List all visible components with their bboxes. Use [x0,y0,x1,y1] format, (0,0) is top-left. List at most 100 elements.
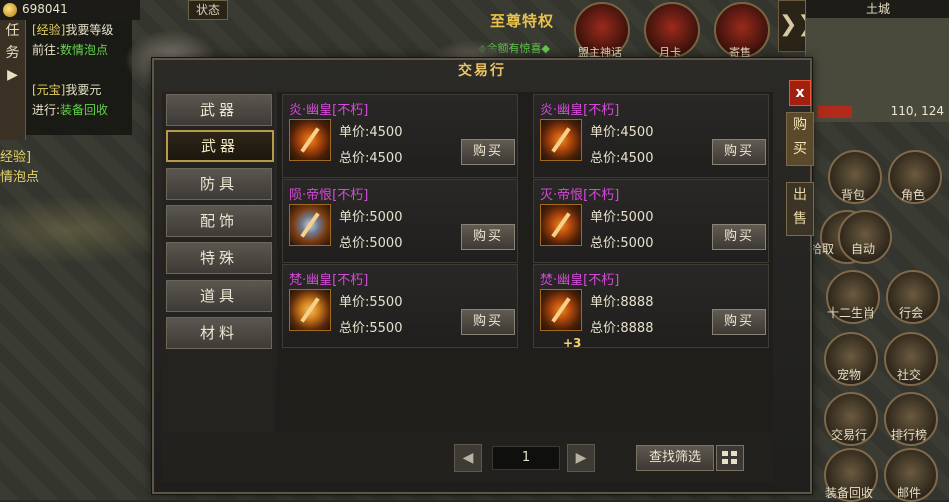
total-price-label: 总价: [590,321,621,336]
item-card: 灭·帝恨[不朽] 单价:5000 总价:5000 购买 [533,179,769,263]
page-number: 1 [492,446,560,470]
quest-tab-char: 务 [5,45,20,61]
side-icon-label: 背包 [840,188,865,202]
fire-sword-icon[interactable] [289,119,331,161]
buy-button[interactable]: 购买 [712,139,766,165]
unit-price-label: 单价: [339,295,370,310]
filter-button[interactable]: 查找筛选 [636,445,714,471]
unit-price: 5500 [369,295,403,310]
item-card: 炎·幽皇[不朽] 单价:4500 总价:4500 购买 [282,94,518,178]
expand-menu-icon[interactable]: ❯❯ [778,0,816,52]
quest-text: 我要元 [65,83,102,97]
category-weapon[interactable]: 武器 [166,130,274,162]
side-icon-label: 宠物 [836,368,861,382]
category-item[interactable]: 道具 [166,280,272,312]
buy-button[interactable]: 购买 [461,139,515,165]
tab-char: 售 [793,211,807,227]
total-price-label: 总价: [339,151,370,166]
unit-price: 8888 [620,295,654,310]
trident-icon[interactable] [540,204,582,246]
item-card: 炎·幽皇[不朽] 单价:4500 总价:4500 购买 [533,94,769,178]
unit-price: 5000 [369,210,403,225]
side-icon-label: 行会 [898,306,923,320]
buy-button[interactable]: 购买 [712,224,766,250]
unit-price-label: 单价: [590,210,621,225]
item-name[interactable]: 炎·幽皇[不朽] [289,99,368,118]
tab-buy[interactable]: 购 买 [786,112,814,166]
item-name[interactable]: 陨·帝恨[不朽] [289,184,368,203]
event-title[interactable]: 至尊特权 [490,10,554,31]
battle-axe-icon[interactable] [289,204,331,246]
item-name[interactable]: 灭·帝恨[不朽] [540,184,619,203]
total-price: 5500 [369,321,403,336]
side-icon-label: 自动 [850,242,875,256]
item-card: 焚·幽皇[不朽] +3 单价:8888 总价:8888 购买 [533,264,769,350]
item-name[interactable]: 炎·幽皇[不朽] [540,99,619,118]
quest-link[interactable]: 数情泡点 [60,43,108,57]
category-special[interactable]: 特殊 [166,242,272,274]
side-icon-label: 排行榜 [890,428,927,442]
unit-price: 4500 [369,125,403,140]
minimap-coords: 110, 124 [890,104,944,118]
gold-coin-icon [3,3,17,17]
tab-char: 购 [793,117,807,133]
category-accessory[interactable]: 配饰 [166,205,272,237]
fan-blade-icon[interactable] [289,289,331,331]
quest-line[interactable]: [经验]我要等级 [26,20,132,40]
buy-button[interactable]: 购买 [461,224,515,250]
quest-line[interactable]: 进行:装备回收 [26,100,132,120]
total-price: 5000 [620,236,654,251]
quest-prefix: 进行: [32,103,61,117]
total-price-label: 总价: [339,321,370,336]
quest-text: 我要等级 [65,23,114,37]
item-name[interactable]: 焚·幽皇[不朽] [540,269,619,288]
quest-tab[interactable]: 任 务 ▶ [0,20,26,140]
unit-price-label: 单价: [590,295,621,310]
quest-tag: [元宝] [32,83,66,97]
enhance-level: +3 [563,336,582,350]
total-price: 5000 [369,236,403,251]
side-icon-label: 交易行 [830,428,867,442]
category-weapon-header[interactable]: 武器 [166,94,272,126]
close-button[interactable]: x [789,80,811,106]
status-button[interactable]: 状态 [188,0,228,20]
item-card: 梵·幽皇[不朽] 单价:5500 总价:5500 购买 [282,264,518,348]
quest-tracker: [经验]我要等级 前往:数情泡点 [元宝]我要元 进行:装备回收 [26,20,132,135]
unit-price-label: 单价: [339,125,370,140]
minimap[interactable]: 土城 110, 124 [805,0,949,122]
category-material[interactable]: 材料 [166,317,272,349]
quest-line[interactable]: 前往:数情泡点 [26,40,132,60]
quest-collapse-icon[interactable]: ▶ [0,64,25,86]
fire-sword-icon[interactable] [540,119,582,161]
total-price-label: 总价: [590,151,621,166]
total-price-label: 总价: [590,236,621,251]
buy-button[interactable]: 购买 [461,309,515,335]
trade-window-title: 交易行 [458,63,506,79]
quest-line[interactable]: [元宝]我要元 [26,80,132,100]
category-armor[interactable]: 防具 [166,168,272,200]
tab-sell[interactable]: 出 售 [786,182,814,236]
world-label: 情泡点 [0,170,40,185]
unit-price-label: 单价: [590,125,621,140]
buy-button[interactable]: 购买 [712,309,766,335]
view-toggle-icon[interactable] [716,445,744,471]
flame-sword-icon[interactable]: +3 [540,289,582,350]
total-price: 8888 [620,321,654,336]
gold-amount: 698041 [22,2,68,16]
total-price-label: 总价: [339,236,370,251]
total-price: 4500 [369,151,403,166]
side-icon-label: 十二生肖 [826,306,875,320]
side-icon-label: 社交 [896,368,921,382]
quest-tag: [经验] [32,23,66,37]
next-page-icon[interactable]: ▶ [567,444,595,472]
side-icon-label: 邮件 [896,486,921,500]
unit-price: 4500 [620,125,654,140]
quest-link[interactable]: 装备回收 [60,103,108,117]
world-label: 经验] [0,150,32,165]
quest-prefix: 前往: [32,43,61,57]
minimap-title: 土城 [806,0,949,18]
prev-page-icon[interactable]: ◀ [454,444,482,472]
total-price: 4500 [620,151,654,166]
item-name[interactable]: 梵·幽皇[不朽] [289,269,368,288]
side-icon-label: 装备回收 [824,486,873,500]
